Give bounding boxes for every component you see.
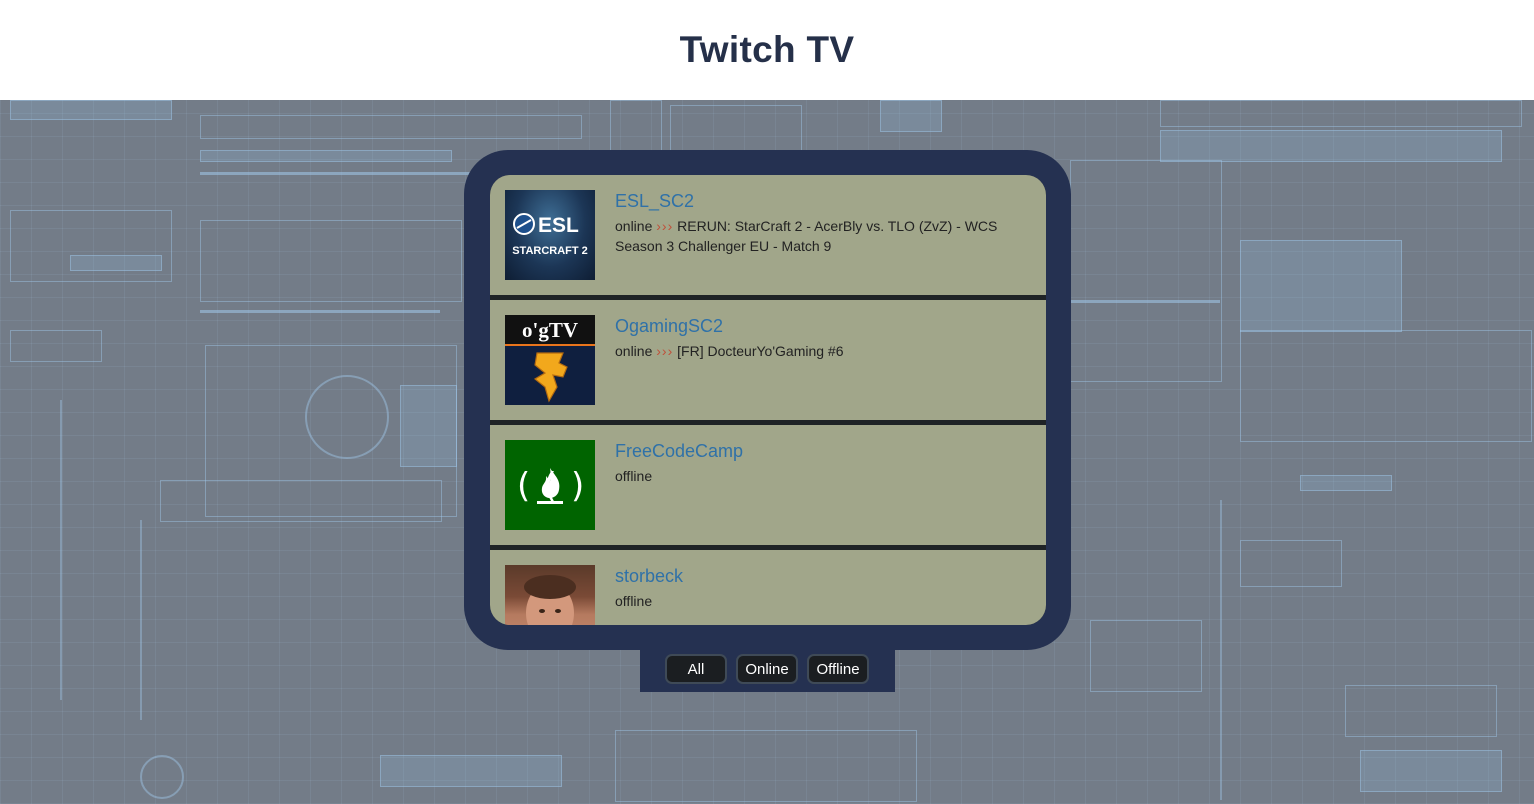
status-text: offline	[615, 593, 653, 609]
freecodecamp-logo[interactable]: ( ( )	[505, 440, 595, 530]
ogtv-logo[interactable]: o'gTV	[505, 315, 595, 405]
filter-all-button[interactable]: All	[665, 654, 727, 684]
channel-name-link[interactable]: FreeCodeCamp	[615, 441, 743, 462]
filter-offline-button[interactable]: Offline	[807, 654, 869, 684]
ogtv-logo-brand: o'gTV	[522, 318, 578, 342]
filter-bar: All Online Offline	[640, 650, 895, 692]
channel-item-ogamingsc2[interactable]: o'gTV OgamingSC2 online ››› [FR] Docteur…	[490, 300, 1046, 420]
channel-status-line: online ››› [FR] DocteurYo'Gaming #6	[615, 341, 1025, 361]
status-text: online	[615, 343, 653, 359]
starcraft-emblem-icon	[533, 352, 568, 403]
channel-status-line: offline	[615, 591, 1025, 611]
status-text: online	[615, 218, 653, 234]
channel-name-link[interactable]: OgamingSC2	[615, 316, 723, 337]
svg-text:(: (	[517, 466, 530, 506]
stream-title: [FR] DocteurYo'Gaming #6	[677, 343, 844, 359]
channel-list[interactable]: ESL STARCRAFT 2 ESL_SC2 online ››› RERUN…	[490, 175, 1046, 625]
channel-item-storbeck[interactable]: storbeck offline	[490, 550, 1046, 625]
esl-logo-brand: ESL	[538, 214, 579, 237]
page-header: Twitch TV	[0, 0, 1534, 100]
channel-status-line: offline	[615, 466, 1025, 486]
filter-online-button[interactable]: Online	[736, 654, 798, 684]
esl-logo-subtitle: STARCRAFT 2	[512, 245, 588, 257]
page-title: Twitch TV	[679, 29, 855, 70]
separator-arrows: ›››	[656, 343, 674, 359]
channel-name-link[interactable]: ESL_SC2	[615, 191, 694, 212]
channel-item-esl-sc2[interactable]: ESL STARCRAFT 2 ESL_SC2 online ››› RERUN…	[490, 175, 1046, 295]
status-text: offline	[615, 468, 653, 484]
svg-text:): )	[571, 466, 584, 506]
esl-logo[interactable]: ESL STARCRAFT 2	[505, 190, 595, 280]
channel-status-line: online ››› RERUN: StarCraft 2 - AcerBly …	[615, 216, 1025, 256]
channel-name-link[interactable]: storbeck	[615, 566, 683, 587]
storbeck-avatar[interactable]	[505, 565, 595, 625]
channel-item-freecodecamp[interactable]: ( ( ) FreeCodeCamp offline	[490, 425, 1046, 545]
stream-title: RERUN: StarCraft 2 - AcerBly vs. TLO (Zv…	[615, 218, 998, 254]
separator-arrows: ›››	[656, 218, 674, 234]
